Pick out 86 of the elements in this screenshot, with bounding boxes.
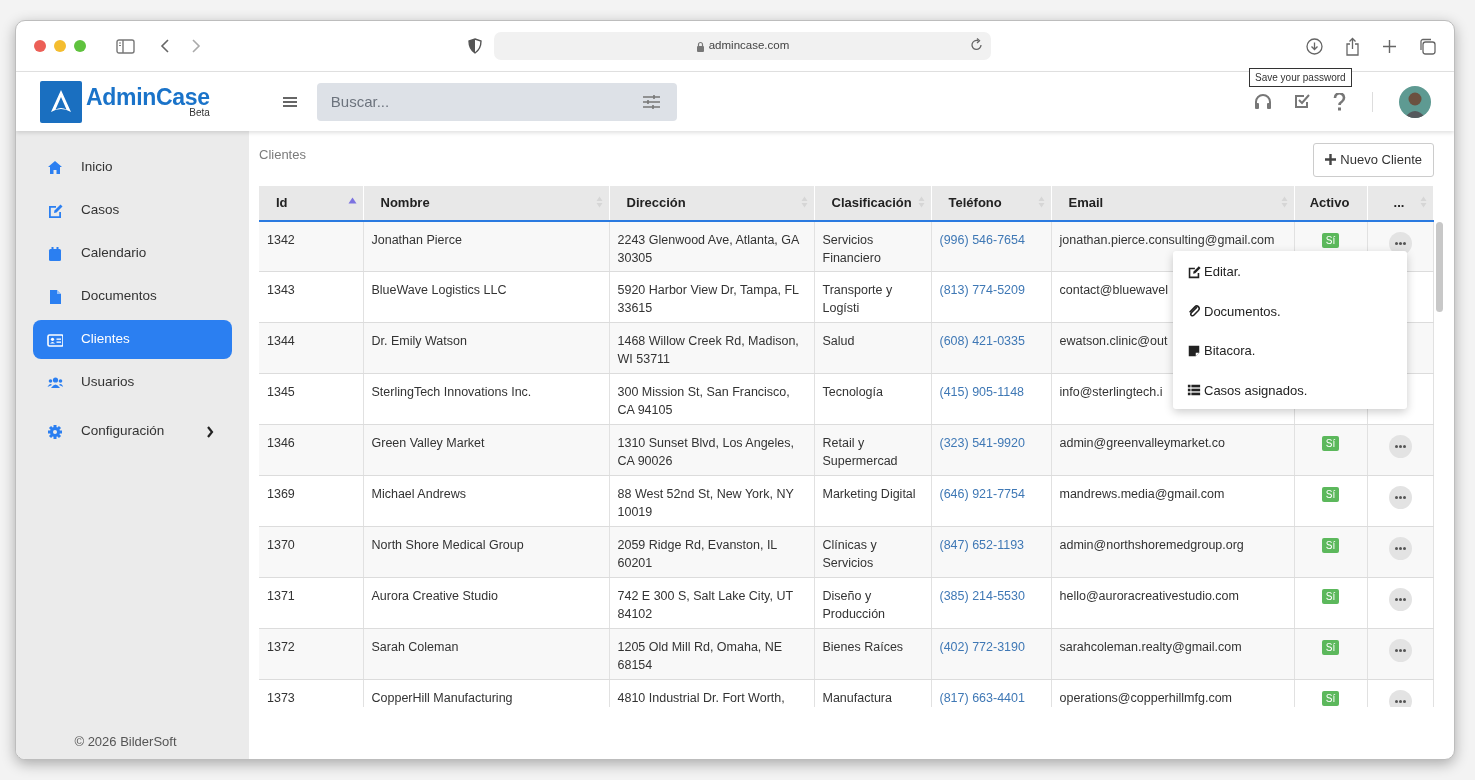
table-cell: Manufactura	[814, 679, 931, 707]
phone-link[interactable]: (817) 663-4401	[939, 691, 1025, 705]
brand-name: AdminCase	[86, 85, 210, 109]
table-cell: 1345	[259, 373, 363, 425]
phone-link[interactable]: (608) 421-0335	[939, 334, 1025, 348]
sidebar-item[interactable]: Inicio	[33, 148, 232, 187]
phone-link[interactable]: (646) 921-7754	[939, 487, 1025, 501]
table-cell: 5920 Harbor View Dr, Tampa, FL 33615	[609, 271, 814, 323]
table-cell: Servicios Financiero	[814, 220, 931, 272]
new-client-button[interactable]: Nuevo Cliente	[1313, 143, 1434, 177]
table-cell: sarahcoleman.realty@gmail.com	[1051, 628, 1294, 680]
table-cell: 1372	[259, 628, 363, 680]
table-cell: Clínicas y Servicios	[814, 526, 931, 578]
table-cell: Dr. Emily Watson	[363, 322, 609, 374]
table-cell: 4810 Industrial Dr. Fort Worth,	[609, 679, 814, 707]
search-field[interactable]: Buscar...	[316, 82, 677, 121]
table-cell: hello@auroracreativestudio.com	[1051, 577, 1294, 629]
phone-link[interactable]: (402) 772-3190	[939, 640, 1025, 654]
table-cell: Aurora Creative Studio	[363, 577, 609, 629]
active-badge: Sí	[1321, 589, 1340, 604]
active-badge: Sí	[1321, 640, 1340, 655]
table-cell: Transporte y Logísti	[814, 271, 931, 323]
active-badge: Sí	[1321, 691, 1340, 706]
sidebar-item[interactable]: Calendario	[33, 234, 232, 273]
table-cell: 1346	[259, 424, 363, 476]
sidebar-item[interactable]: Casos	[33, 191, 232, 230]
column-header[interactable]: ...	[1367, 185, 1433, 221]
sidebar-item[interactable]: Clientes	[33, 320, 232, 359]
breadcrumb-text: Clientes	[259, 146, 306, 164]
table-cell: 1373	[259, 679, 363, 707]
table-cell: Marketing Digital	[814, 475, 931, 527]
table-cell: 1369	[259, 475, 363, 527]
active-badge: Sí	[1321, 487, 1340, 502]
url-text: admincase.com	[708, 38, 790, 54]
column-header[interactable]: Nombre	[363, 185, 609, 221]
edition-label: Beta	[188, 107, 210, 118]
table-cell: Diseño y Producción	[814, 577, 931, 629]
table-cell: 1342	[259, 220, 363, 272]
table-cell: 88 West 52nd St, New York, NY 10019	[609, 475, 814, 527]
sidebar-item[interactable]: Documentos	[33, 277, 232, 316]
table-cell: 1343	[259, 271, 363, 323]
table-cell: Tecnología	[814, 373, 931, 425]
table-cell: Bienes Raíces	[814, 628, 931, 680]
table-cell: 1371	[259, 577, 363, 629]
table-cell: admin@greenvalleymarket.co	[1051, 424, 1294, 476]
copyright-text: © 2026 BilderSoft	[73, 732, 178, 751]
column-header[interactable]: Activo	[1294, 185, 1367, 221]
table-cell: mandrews.media@gmail.com	[1051, 475, 1294, 527]
table-cell: 300 Mission St, San Francisco, CA 94105	[609, 373, 814, 425]
phone-link[interactable]: (847) 652-1193	[939, 538, 1025, 552]
sidebar-item[interactable]: Configuración	[33, 412, 232, 451]
active-badge: Sí	[1321, 436, 1340, 451]
table-cell: 1370	[259, 526, 363, 578]
phone-link[interactable]: (385) 214-5530	[939, 589, 1025, 603]
table-cell: Jonathan Pierce	[363, 220, 609, 272]
tooltip: Save your password	[1249, 68, 1352, 87]
table-cell: 2243 Glenwood Ave, Atlanta, GA 30305	[609, 220, 814, 272]
column-header[interactable]: Clasificación	[814, 185, 931, 221]
table-cell: Sarah Coleman	[363, 628, 609, 680]
table-cell: admin@northshoremedgroup.org	[1051, 526, 1294, 578]
phone-link[interactable]: (813) 774-5209	[939, 283, 1025, 297]
table-cell: North Shore Medical Group	[363, 526, 609, 578]
table-cell: Michael Andrews	[363, 475, 609, 527]
column-header[interactable]: Email	[1051, 185, 1294, 221]
table-cell: 2059 Ridge Rd, Evanston, IL 60201	[609, 526, 814, 578]
table-cell: CopperHill Manufacturing	[363, 679, 609, 707]
table-cell: 1344	[259, 322, 363, 374]
sidebar-item[interactable]: Usuarios	[33, 363, 232, 402]
active-badge: Sí	[1321, 232, 1340, 248]
table-cell: 742 E 300 S, Salt Lake City, UT 84102	[609, 577, 814, 629]
table-cell: 1468 Willow Creek Rd, Madison, WI 53711	[609, 322, 814, 374]
table-cell: Retail y Supermercad	[814, 424, 931, 476]
table-cell: 1205 Old Mill Rd, Omaha, NE 68154	[609, 628, 814, 680]
column-header[interactable]: Teléfono	[931, 185, 1051, 221]
table-cell: Salud	[814, 322, 931, 374]
table-cell: SterlingTech Innovations Inc.	[363, 373, 609, 425]
table-cell: operations@copperhillmfg.com	[1051, 679, 1294, 707]
column-header[interactable]: Dirección	[609, 185, 814, 221]
table-cell: Green Valley Market	[363, 424, 609, 476]
column-header[interactable]: Id	[259, 185, 363, 221]
active-badge: Sí	[1321, 538, 1340, 553]
table-cell: 1310 Sunset Blvd, Los Angeles, CA 90026	[609, 424, 814, 476]
address-bar[interactable]: admincase.com	[494, 32, 991, 60]
table-cell: BlueWave Logistics LLC	[363, 271, 609, 323]
phone-link[interactable]: (323) 541-9920	[939, 436, 1025, 450]
phone-link[interactable]: (415) 905-1148	[939, 385, 1025, 399]
